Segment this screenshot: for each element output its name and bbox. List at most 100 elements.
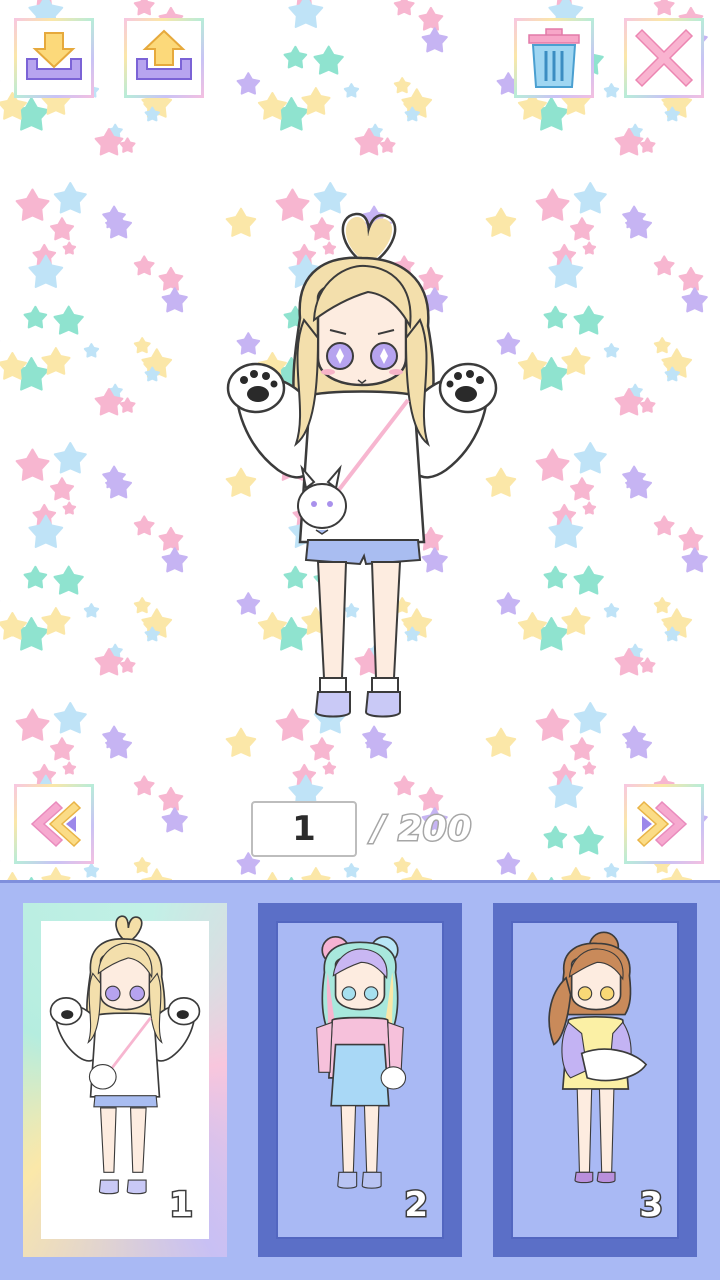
star-decoration [603, 603, 620, 618]
saved-doll-slot-1[interactable]: 1 [23, 903, 227, 1257]
star-decoration [496, 852, 521, 875]
star-decoration [62, 241, 77, 255]
star-decoration [158, 526, 184, 551]
star-decoration [50, 737, 75, 761]
star-decoration [653, 515, 675, 536]
star-decoration [41, 867, 71, 880]
star-decoration [23, 565, 48, 589]
star-decoration [561, 867, 591, 880]
star-decoration [7, 872, 18, 880]
star-decoration [535, 188, 570, 221]
slot-number: 2 [403, 1184, 430, 1227]
canvas-area: 1 / 200 [0, 0, 720, 880]
star-decoration [393, 77, 411, 94]
page-number-input[interactable]: 1 [251, 801, 357, 857]
star-decoration [678, 266, 704, 291]
star-decoration [681, 287, 708, 313]
doll-thumbnail-1 [49, 915, 201, 1195]
star-decoration [53, 442, 87, 474]
previous-page-button[interactable] [14, 784, 94, 864]
star-decoration [543, 825, 568, 849]
double-chevron-left-icon [30, 800, 82, 848]
star-decoration [573, 565, 604, 595]
star-decoration [310, 737, 335, 761]
star-decoration [535, 708, 570, 741]
star-decoration [639, 397, 656, 413]
star-decoration [639, 657, 656, 673]
star-decoration [393, 0, 415, 16]
star-decoration [119, 397, 136, 413]
star-decoration [53, 565, 84, 595]
star-decoration [603, 863, 620, 878]
star-decoration [393, 775, 415, 796]
star-decoration [548, 514, 584, 548]
star-decoration [421, 27, 448, 53]
star-decoration [343, 863, 360, 878]
saved-doll-slot-3[interactable]: 3 [493, 903, 697, 1257]
star-decoration [83, 343, 100, 358]
star-decoration [603, 343, 620, 358]
close-button[interactable] [624, 18, 704, 98]
star-decoration [543, 305, 568, 329]
star-decoration [573, 825, 604, 855]
saved-doll-slot-2[interactable]: 2 [258, 903, 462, 1257]
delete-button[interactable] [514, 18, 594, 98]
star-decoration [570, 737, 595, 761]
star-decoration [23, 305, 48, 329]
star-decoration [133, 775, 155, 796]
export-button[interactable] [124, 18, 204, 98]
page-number-value: 1 [292, 809, 316, 849]
doll-thumbnail-2 [316, 935, 407, 1189]
star-decoration [133, 255, 155, 276]
star-decoration [379, 137, 396, 153]
star-decoration [119, 137, 136, 153]
star-decoration [313, 45, 344, 75]
star-decoration [653, 337, 671, 354]
double-chevron-right-icon [636, 800, 688, 848]
star-decoration [548, 254, 584, 288]
slot-number: 3 [638, 1184, 665, 1227]
star-decoration [678, 526, 704, 551]
star-decoration [53, 305, 84, 335]
star-decoration [161, 807, 188, 833]
star-decoration [62, 761, 77, 775]
next-page-button[interactable] [624, 784, 704, 864]
star-decoration [527, 872, 538, 880]
star-decoration [582, 241, 597, 255]
trash-can-icon [528, 28, 580, 88]
doll-preview[interactable] [218, 208, 506, 740]
star-decoration [53, 182, 87, 214]
star-decoration [653, 255, 675, 276]
star-decoration [158, 786, 184, 811]
star-decoration [133, 515, 155, 536]
star-decoration [28, 254, 64, 288]
star-decoration [83, 863, 100, 878]
star-decoration [543, 565, 568, 589]
upload-tray-icon [136, 29, 192, 80]
star-decoration [15, 448, 50, 481]
star-decoration [570, 477, 595, 501]
star-decoration [158, 266, 184, 291]
star-decoration [653, 0, 675, 16]
star-decoration [236, 72, 261, 95]
star-decoration [573, 182, 607, 214]
star-decoration [53, 702, 87, 734]
star-decoration [573, 442, 607, 474]
star-decoration [119, 657, 136, 673]
star-decoration [288, 0, 324, 28]
star-decoration [50, 217, 75, 241]
star-decoration [603, 83, 620, 98]
star-decoration [133, 0, 155, 16]
star-decoration [133, 597, 151, 614]
star-decoration [548, 774, 584, 808]
star-decoration [15, 188, 50, 221]
star-decoration [50, 477, 75, 501]
import-button[interactable] [14, 18, 94, 98]
star-decoration [653, 597, 671, 614]
star-decoration [681, 547, 708, 573]
star-decoration [83, 603, 100, 618]
star-decoration [322, 761, 337, 775]
download-tray-icon [26, 32, 82, 80]
star-decoration [393, 857, 411, 874]
close-x-icon [634, 28, 694, 88]
